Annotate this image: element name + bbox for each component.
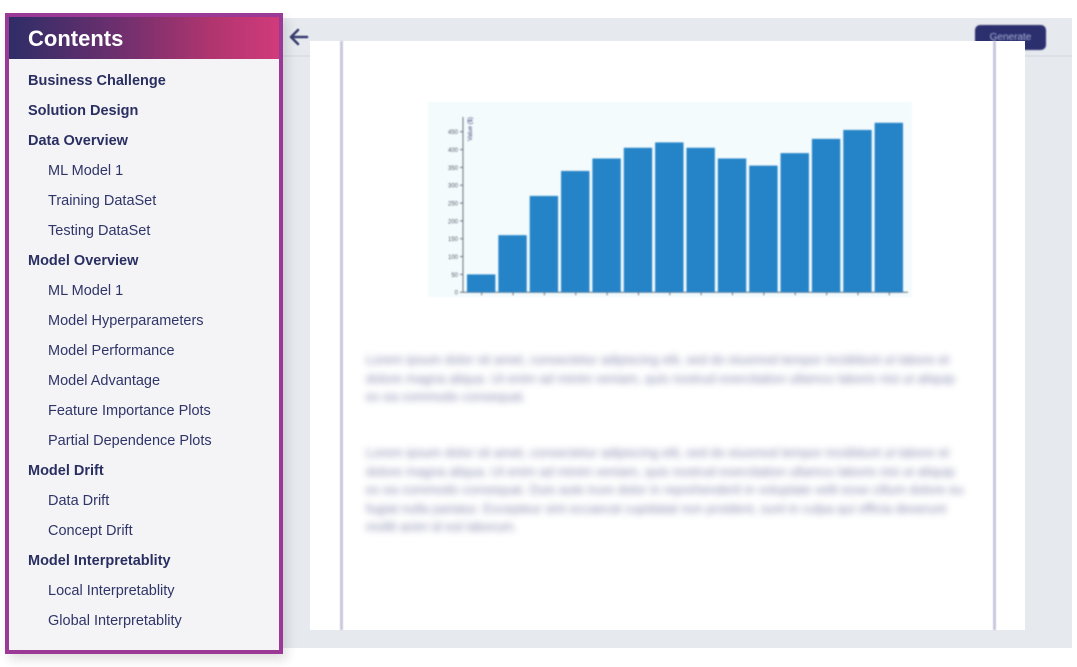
y-tick-label: 150 — [448, 237, 459, 243]
sidebar-item[interactable]: Model Performance — [9, 336, 279, 366]
bar — [749, 165, 778, 293]
y-tick-label: 350 — [448, 166, 459, 172]
bar-chart: 0 50 100 150 200 250 300 350 400 450 Value ($) — [428, 102, 912, 297]
y-tick-label: 0 — [455, 291, 459, 297]
sidebar-item[interactable]: Training DataSet — [9, 186, 279, 216]
page-margin-right — [993, 41, 996, 630]
sidebar-item[interactable]: Concept Drift — [9, 516, 279, 546]
bar — [686, 147, 715, 293]
sidebar-item[interactable]: Model Interpretablity — [9, 546, 279, 576]
sidebar-item[interactable]: Model Advantage — [9, 366, 279, 396]
bar — [717, 158, 747, 293]
sidebar-item[interactable]: ML Model 1 — [9, 276, 279, 306]
contents-sidebar: Contents Business Challenge Solution Desi… — [5, 13, 283, 654]
page-margin-left — [340, 41, 343, 630]
bar — [811, 138, 841, 293]
chart-svg: 0 50 100 150 200 250 300 350 400 450 Value ($) — [448, 117, 908, 297]
bar — [498, 235, 527, 293]
bar — [623, 147, 653, 293]
bar — [592, 158, 621, 293]
sidebar-title: Contents — [9, 17, 279, 59]
arrow-left-icon — [289, 28, 309, 46]
bar — [529, 195, 559, 293]
bar — [843, 129, 872, 293]
sidebar-item[interactable]: Business Challenge — [9, 66, 279, 96]
sidebar-item[interactable]: Solution Design — [9, 96, 279, 126]
sidebar-item[interactable]: Model Overview — [9, 246, 279, 276]
sidebar-item[interactable]: Local Interpretablity — [9, 576, 279, 606]
sidebar-item[interactable]: Global Interpretablity — [9, 606, 279, 636]
sidebar-item[interactable]: Data Drift — [9, 486, 279, 516]
y-tick-label: 50 — [451, 273, 458, 279]
sidebar-item[interactable]: Model Drift — [9, 456, 279, 486]
bar — [780, 153, 809, 293]
sidebar-item[interactable]: Testing DataSet — [9, 216, 279, 246]
sidebar-item[interactable]: Model Hyperparameters — [9, 306, 279, 336]
y-tick-label: 250 — [448, 202, 459, 208]
document-paragraph: Lorem ipsum dolor sit amet, consectetur … — [366, 352, 955, 404]
sidebar-item[interactable]: Feature Importance Plots — [9, 396, 279, 426]
bar — [561, 170, 590, 293]
contents-list: Business Challenge Solution Design Data Ov… — [9, 59, 279, 636]
bar — [467, 274, 496, 293]
y-tick-label: 200 — [448, 219, 459, 225]
sidebar-item[interactable]: ML Model 1 — [9, 156, 279, 186]
y-tick-label: 400 — [448, 148, 459, 154]
y-tick-label: 100 — [448, 255, 459, 261]
bar — [655, 142, 684, 293]
back-button[interactable] — [288, 26, 310, 48]
document-paragraph: Lorem ipsum dolor sit amet, consectetur … — [366, 445, 964, 534]
y-axis-label: Value ($) — [468, 117, 474, 141]
sidebar-item[interactable]: Partial Dependence Plots — [9, 426, 279, 456]
sidebar-item[interactable]: Data Overview — [9, 126, 279, 156]
y-tick-label: 450 — [448, 130, 459, 136]
y-tick-label: 300 — [448, 184, 459, 190]
bar — [874, 122, 903, 293]
